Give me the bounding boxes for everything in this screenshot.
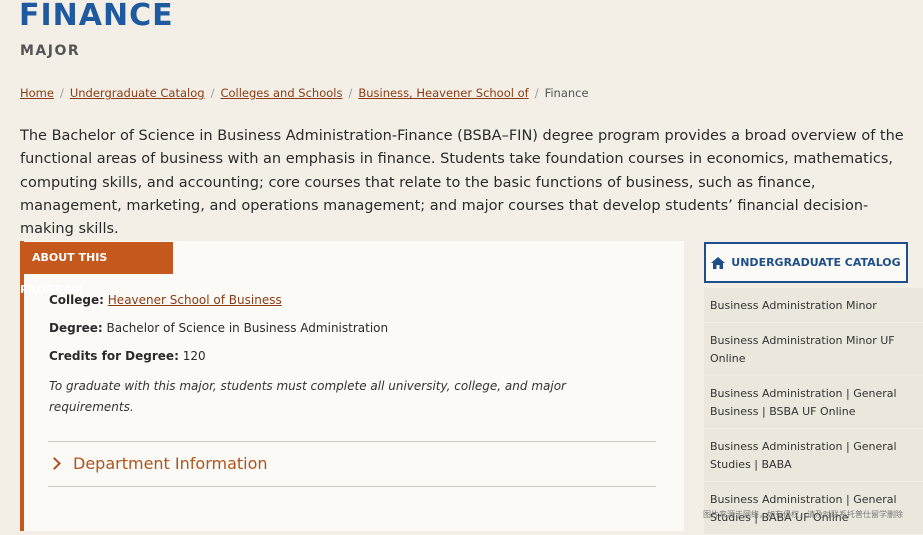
breadcrumb-separator: / <box>59 86 64 100</box>
page-subtitle: MAJOR <box>20 43 81 59</box>
credits-value: 120 <box>182 349 206 363</box>
department-information-toggle[interactable]: Department Information <box>48 452 268 474</box>
home-icon <box>711 256 726 269</box>
about-program-tab: ABOUT THIS PROGRAM <box>20 242 173 296</box>
college-row: College: Heavener School of Business <box>49 293 282 307</box>
breadcrumb-current: Finance <box>544 86 589 100</box>
sidebar-program-list: Business Administration Minor Business A… <box>704 288 923 535</box>
breadcrumb-separator: / <box>210 86 215 100</box>
sidebar-item[interactable]: Business Administration Minor <box>704 288 923 323</box>
degree-label: Degree: <box>49 321 103 335</box>
divider <box>48 486 656 487</box>
credits-row: Credits for Degree: 120 <box>49 349 206 363</box>
credits-label: Credits for Degree: <box>49 349 179 363</box>
undergraduate-catalog-button[interactable]: UNDERGRADUATE CATALOG <box>704 242 908 283</box>
page-title: FINANCE <box>19 0 174 33</box>
breadcrumb-separator: / <box>534 86 539 100</box>
breadcrumb-undergraduate-catalog[interactable]: Undergraduate Catalog <box>70 86 205 100</box>
catalog-button-label: UNDERGRADUATE CATALOG <box>731 256 901 269</box>
degree-row: Degree: Bachelor of Science in Business … <box>49 321 388 335</box>
divider <box>48 441 656 442</box>
sidebar-item[interactable]: Business Administration | General Studie… <box>704 429 923 482</box>
sidebar-item[interactable]: Business Administration Minor UF Online <box>704 323 923 376</box>
chevron-right-icon <box>48 456 61 470</box>
breadcrumb: Home / Undergraduate Catalog / Colleges and … <box>20 86 589 100</box>
graduation-note: To graduate with this major, students mu… <box>49 379 566 414</box>
degree-value: Bachelor of Science in Business Administ… <box>106 321 389 335</box>
breadcrumb-separator: / <box>348 86 353 100</box>
department-information-label: Department Information <box>73 453 268 473</box>
program-description: The Bachelor of Science in Business Admi… <box>20 128 904 238</box>
breadcrumb-colleges-and-schools[interactable]: Colleges and Schools <box>220 86 342 100</box>
watermark: 图片来源于网络，如有侵权，请及时联系托普仕留学删除 <box>703 510 903 519</box>
breadcrumb-home[interactable]: Home <box>20 86 54 100</box>
college-label: College: <box>49 293 104 307</box>
college-link[interactable]: Heavener School of Business <box>108 293 282 307</box>
breadcrumb-business-school[interactable]: Business, Heavener School of <box>358 86 528 100</box>
sidebar-item[interactable]: Business Administration | General Busine… <box>704 376 923 429</box>
